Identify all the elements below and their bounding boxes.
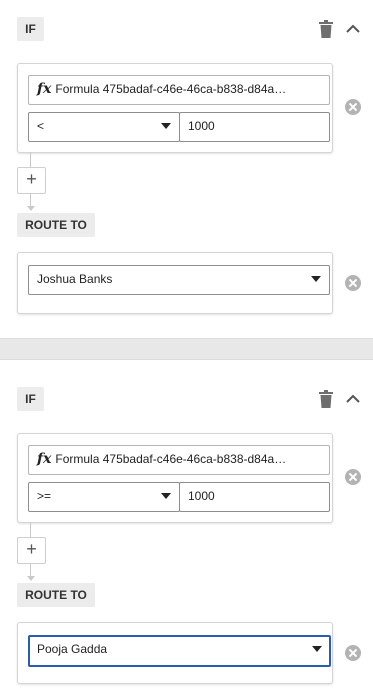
- remove-condition-icon[interactable]: [345, 99, 361, 115]
- value-input[interactable]: 1000: [179, 482, 330, 512]
- value-text: 1000: [188, 119, 215, 133]
- rule-block-2: IF fx Formula 475badaf-c46e-46ca-b838-d84…: [0, 370, 373, 697]
- fx-icon: fx: [37, 451, 52, 467]
- connector-line: [30, 152, 31, 168]
- connector-line: [30, 563, 31, 576]
- add-condition-button[interactable]: +: [17, 167, 46, 194]
- operator-select[interactable]: <: [28, 112, 180, 142]
- chevron-up-icon[interactable]: [346, 24, 360, 34]
- connector-line: [30, 193, 31, 206]
- formula-field[interactable]: fx Formula 475badaf-c46e-46ca-b838-d84a…: [28, 445, 330, 475]
- arrow-down-icon: [27, 576, 35, 581]
- formula-text: Formula 475badaf-c46e-46ca-b838-d84a…: [55, 452, 287, 466]
- add-condition-button[interactable]: +: [17, 537, 46, 564]
- value-text: 1000: [188, 489, 215, 503]
- fx-icon: fx: [37, 81, 52, 97]
- route-value: Joshua Banks: [37, 272, 113, 286]
- rule-block-1: IF fx Formula 475badaf-c46e-46ca-b838-d84…: [0, 0, 373, 338]
- route-card: Pooja Gadda: [17, 622, 333, 684]
- trash-icon[interactable]: [318, 20, 334, 38]
- remove-route-icon[interactable]: [345, 645, 361, 661]
- route-select[interactable]: Joshua Banks: [28, 265, 330, 295]
- route-to-label: ROUTE TO: [17, 583, 95, 607]
- caret-down-icon: [161, 123, 171, 129]
- connector-line: [30, 522, 31, 538]
- if-label: IF: [17, 387, 44, 411]
- formula-field[interactable]: fx Formula 475badaf-c46e-46ca-b838-d84a…: [28, 75, 330, 105]
- route-select[interactable]: Pooja Gadda: [28, 635, 331, 667]
- caret-down-icon: [312, 646, 322, 652]
- route-value: Pooja Gadda: [37, 642, 108, 656]
- caret-down-icon: [161, 493, 171, 499]
- trash-icon[interactable]: [318, 390, 334, 408]
- caret-down-icon: [311, 276, 321, 282]
- remove-route-icon[interactable]: [345, 275, 361, 291]
- if-label: IF: [17, 17, 44, 41]
- arrow-down-icon: [27, 206, 35, 211]
- operator-value: >=: [37, 489, 52, 503]
- remove-condition-icon[interactable]: [345, 469, 361, 485]
- value-input[interactable]: 1000: [179, 112, 330, 142]
- route-card: Joshua Banks: [17, 252, 333, 314]
- chevron-up-icon[interactable]: [346, 394, 360, 404]
- route-to-label: ROUTE TO: [17, 213, 95, 237]
- rule-divider: [0, 338, 373, 360]
- formula-text: Formula 475badaf-c46e-46ca-b838-d84a…: [55, 82, 287, 96]
- operator-select[interactable]: >=: [28, 482, 180, 512]
- condition-card: fx Formula 475badaf-c46e-46ca-b838-d84a… …: [17, 63, 333, 153]
- operator-value: <: [37, 119, 45, 133]
- condition-card: fx Formula 475badaf-c46e-46ca-b838-d84a… …: [17, 433, 333, 523]
